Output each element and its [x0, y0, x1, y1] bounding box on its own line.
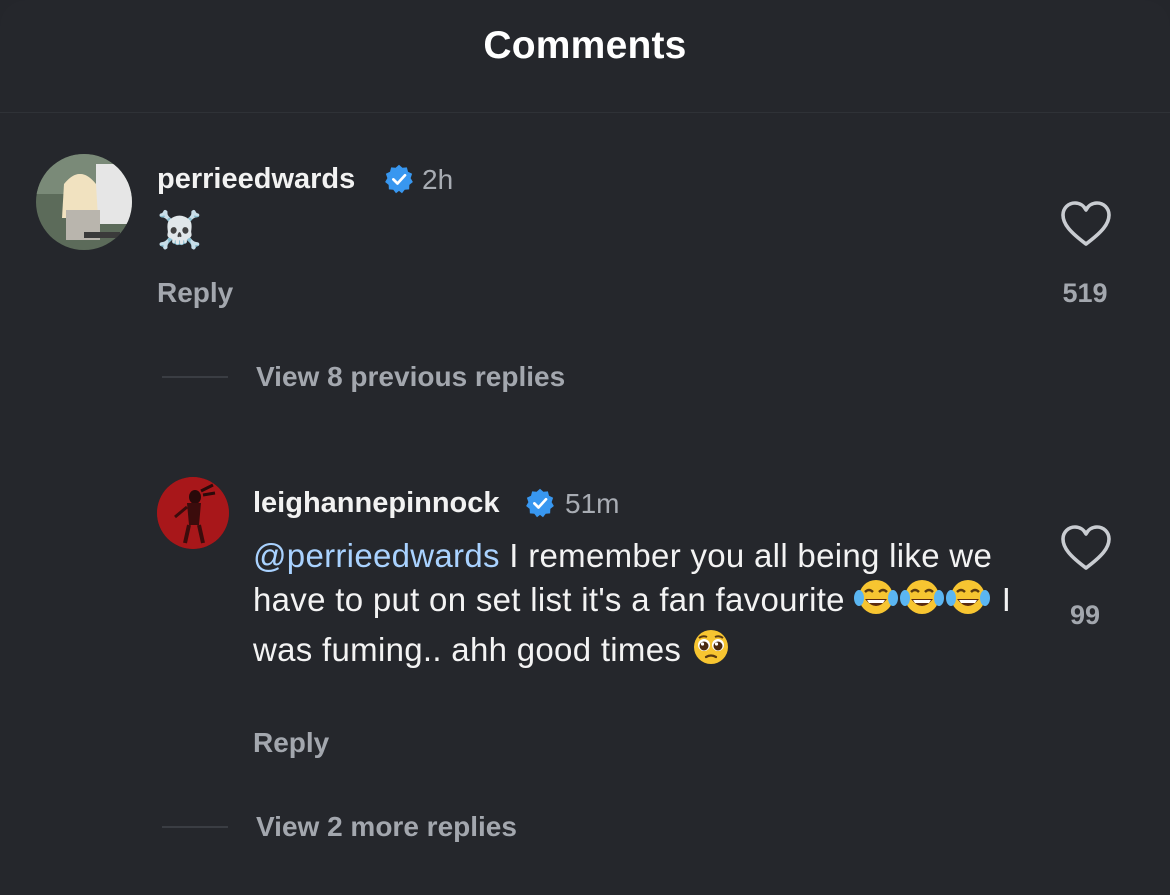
comment-username[interactable]: perrieedwards [157, 163, 355, 196]
verified-badge-icon [526, 488, 554, 518]
comment-username[interactable]: leighannepinnock [253, 487, 500, 520]
like-count: 99 [1069, 600, 1101, 630]
comment-text: ☠️ [157, 209, 202, 251]
verified-badge-icon [385, 164, 413, 194]
thread-line [162, 376, 228, 378]
like-count: 519 [1062, 278, 1108, 308]
comment-timestamp: 51m [565, 488, 620, 519]
thread-line [162, 826, 228, 828]
reply-button[interactable]: Reply [157, 277, 233, 309]
comments-sheet: Comments perrieedwards 2h ☠️ Reply 519 V… [0, 0, 1170, 895]
pleading-face-emoji [691, 627, 731, 677]
reply-button[interactable]: Reply [253, 727, 329, 759]
comment-timestamp: 2h [422, 164, 454, 195]
mention-link[interactable]: @perrieedwards [253, 537, 500, 574]
page-title: Comments [483, 24, 687, 67]
heart-icon[interactable] [1060, 200, 1112, 248]
skull-crossbones-emoji: ☠️ [157, 209, 203, 250]
tears-of-joy-emoji [946, 577, 991, 627]
comment-text: @perrieedwards I remember you all being … [253, 535, 1013, 677]
tears-of-joy-emoji [854, 577, 899, 627]
avatar-image [36, 154, 132, 250]
avatar-image [157, 477, 229, 549]
view-more-replies-button[interactable]: View 2 more replies [256, 811, 517, 843]
view-previous-replies-button[interactable]: View 8 previous replies [256, 361, 565, 393]
avatar[interactable] [157, 477, 229, 549]
heart-icon[interactable] [1060, 524, 1112, 572]
tears-of-joy-emoji [900, 577, 945, 627]
comments-header: Comments [0, 0, 1170, 113]
avatar[interactable] [36, 154, 132, 250]
